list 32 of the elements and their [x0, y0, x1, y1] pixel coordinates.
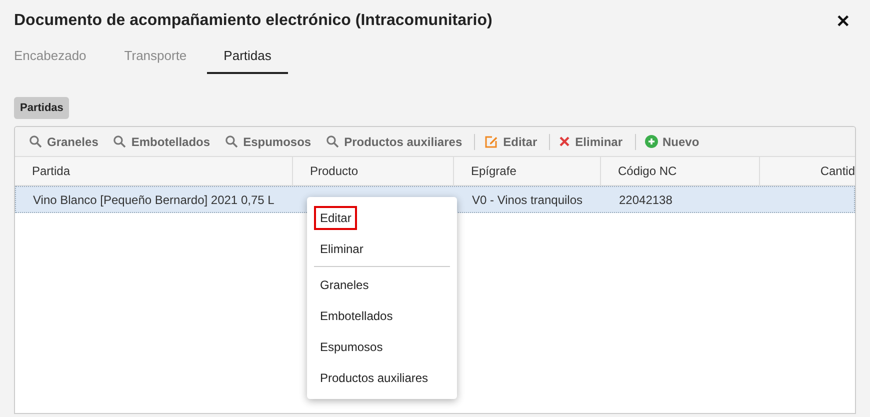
table-cell-text: 22042138 [618, 192, 674, 206]
plus-circle-icon [644, 135, 658, 148]
column-header[interactable]: Producto [293, 157, 454, 185]
search-icon [326, 135, 340, 148]
tab[interactable]: Partidas [206, 42, 288, 74]
section-label: Partidas [14, 97, 70, 119]
toolbar-button[interactable]: Nuevo [638, 134, 708, 148]
menu-item[interactable]: Embotellados [314, 304, 399, 328]
search-icon [113, 135, 126, 148]
menu-item[interactable]: Eliminar [314, 236, 370, 260]
column-header[interactable]: Partida [15, 157, 293, 185]
window-title: Documento de acompañamiento electrónico (Intracomunitario) [14, 12, 492, 30]
menu-item[interactable]: Graneles [314, 272, 375, 296]
search-icon [225, 135, 238, 148]
toolbar-button[interactable]: Espumosos [219, 134, 320, 148]
menu-item[interactable]: Editar [314, 206, 358, 230]
table-cell-text: Vino Blanco [Pequeño Bernardo] 2021 0,75 L [32, 192, 276, 206]
close-icon [559, 136, 570, 147]
toolbar-button[interactable]: Embotellados [107, 134, 220, 148]
menu-item[interactable]: Productos auxiliares [314, 366, 434, 390]
toolbar-button[interactable]: Editar [478, 134, 546, 148]
menu-item[interactable]: Espumosos [314, 334, 389, 358]
table-cell-text: V0 - Vinos tranquilos [471, 192, 584, 206]
edit-icon [484, 134, 498, 148]
toolbar-button[interactable]: Eliminar [553, 134, 632, 148]
toolbar-button[interactable]: Productos auxiliares [320, 134, 472, 148]
column-header[interactable]: Cantid [760, 157, 855, 185]
close-button[interactable]: ✕ [832, 10, 854, 32]
toolbar-button[interactable]: Graneles [23, 134, 108, 148]
column-header[interactable]: Código NC [601, 157, 760, 185]
column-header[interactable]: Epígrafe [454, 157, 601, 185]
search-icon [29, 135, 42, 148]
